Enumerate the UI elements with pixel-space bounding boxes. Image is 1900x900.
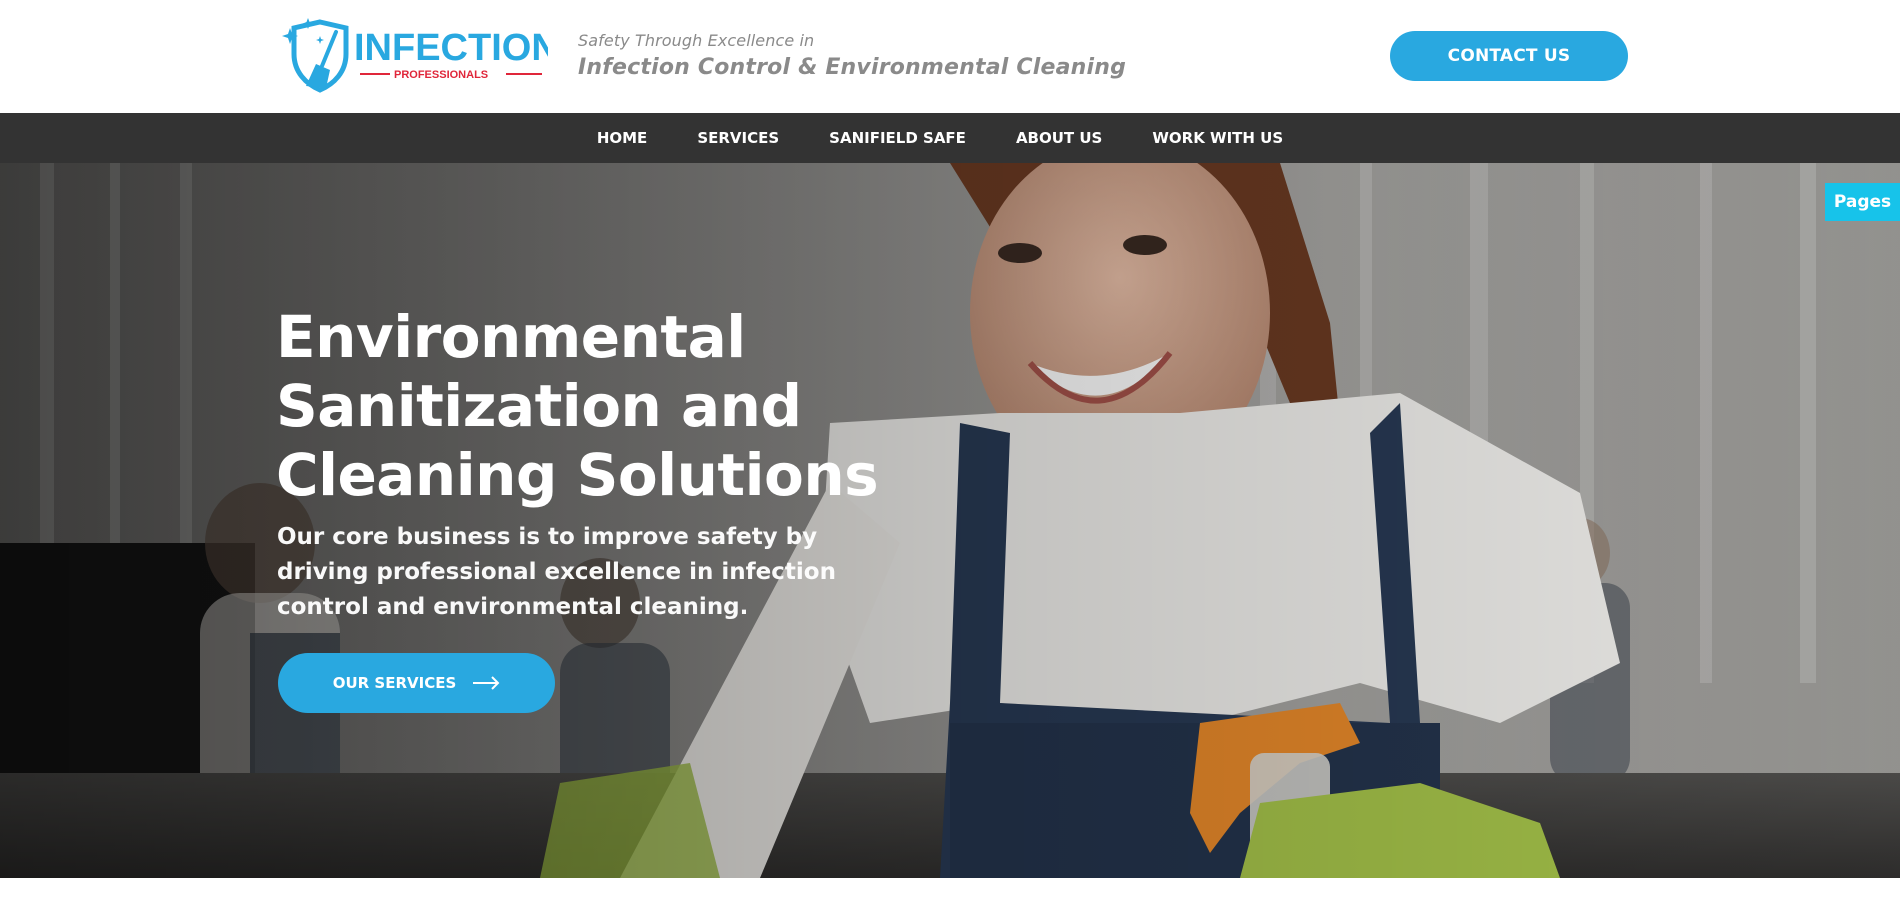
tagline-big: Infection Control & Environmental Cleani… bbox=[578, 55, 1127, 80]
tagline-small: Safety Through Excellence in bbox=[578, 31, 815, 50]
site-header: INFECTION PROFESSIONALS Safety Through E… bbox=[0, 0, 1900, 113]
pages-side-tab[interactable]: Pages bbox=[1825, 183, 1900, 221]
logo-brand-text: INFECTION bbox=[354, 27, 548, 69]
contact-us-button[interactable]: CONTACT US bbox=[1390, 31, 1628, 81]
hero-title: Environmental Sanitization and Cleaning … bbox=[276, 303, 879, 509]
main-nav: HOME SERVICES SANIFIELD SAFE ABOUT US WO… bbox=[0, 113, 1900, 163]
arrow-right-icon bbox=[473, 676, 500, 690]
our-services-button[interactable]: OUR SERVICES bbox=[278, 653, 555, 713]
nav-item-home[interactable]: HOME bbox=[597, 129, 647, 147]
our-services-label: OUR SERVICES bbox=[332, 674, 457, 692]
page-bottom-strip bbox=[0, 878, 1900, 900]
nav-item-about-us[interactable]: ABOUT US bbox=[1016, 129, 1102, 147]
logo-sub-text: PROFESSIONALS bbox=[394, 69, 488, 81]
shield-broom-icon: INFECTION PROFESSIONALS bbox=[282, 18, 548, 93]
header-tagline: Safety Through Excellence in Infection C… bbox=[578, 31, 1126, 80]
nav-item-services[interactable]: SERVICES bbox=[697, 129, 779, 147]
nav-item-work-with-us[interactable]: WORK WITH US bbox=[1152, 129, 1283, 147]
nav-item-sanifield-safe[interactable]: SANIFIELD SAFE bbox=[829, 129, 966, 147]
hero-section: Environmental Sanitization and Cleaning … bbox=[0, 163, 1900, 878]
hero-subtitle: Our core business is to improve safety b… bbox=[277, 524, 836, 620]
site-logo[interactable]: INFECTION PROFESSIONALS bbox=[280, 14, 548, 96]
